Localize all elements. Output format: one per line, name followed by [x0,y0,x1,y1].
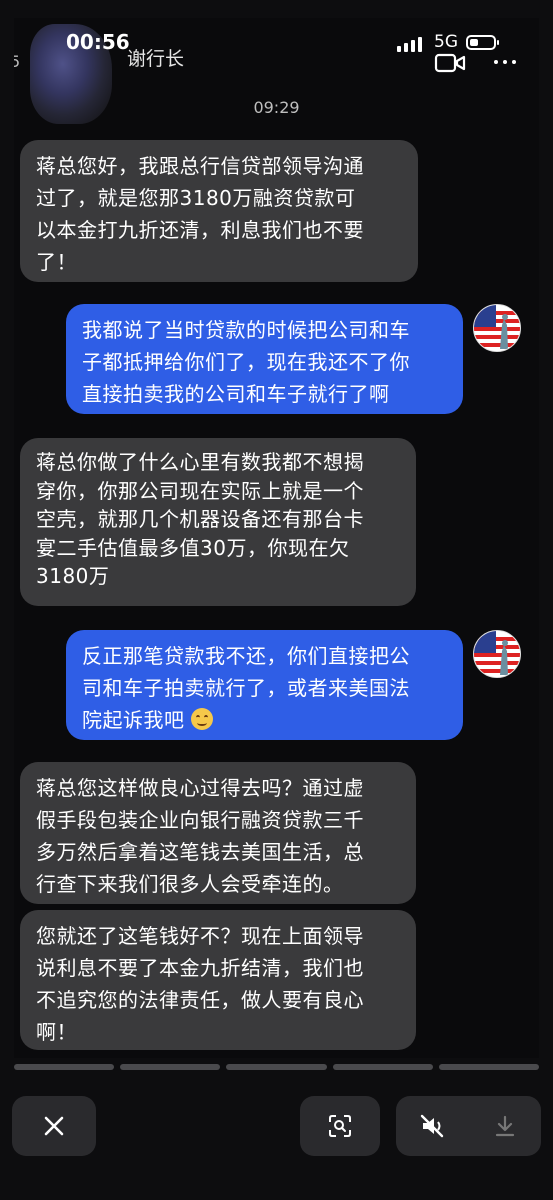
chat-screen: 00:56 5G 5 谢行长 09:29 蒋总您好，我跟总行信贷部领导沟通 过了… [14,18,539,1058]
message-bubble-incoming[interactable]: 您就还了这笔钱好不？现在上面领导 说利息不要了本金九折结清，我们也 不追究您的法… [20,910,416,1050]
media-controls [396,1096,541,1156]
message-line: 我都说了当时贷款的时候把公司和车 [82,318,410,342]
us-flag-avatar-icon [474,305,520,351]
video-camera-icon[interactable] [434,51,466,75]
user-avatar[interactable] [473,304,521,352]
message-line: 过了，就是您那3180万融资贷款可 [36,186,356,210]
us-flag-avatar-icon [474,631,520,677]
message-line: 蒋总你做了什么心里有数我都不想揭 [36,450,364,474]
message-bubble-incoming[interactable]: 蒋总您这样做良心过得去吗？通过虚 假手段包装企业向银行融资贷款三千 多万然后拿着… [20,762,416,904]
message-line: 多万然后拿着这笔钱去美国生活，总 [36,840,364,864]
scan-button[interactable] [300,1096,380,1156]
message-line: 直接拍卖我的公司和车子就行了啊 [82,382,390,406]
status-time: 00:56 [66,30,130,54]
message-text: 院起诉我吧 [82,708,185,732]
download-icon[interactable] [493,1114,517,1138]
message-bubble-incoming[interactable]: 蒋总你做了什么心里有数我都不想揭 穿你，你那公司现在实际上就是一个 空壳，就那几… [20,438,416,606]
message-line: 空壳，就那几个机器设备还有那台卡 [36,507,364,531]
contact-name[interactable]: 谢行长 [127,44,184,71]
message-line: 蒋总您这样做良心过得去吗？通过虚 [36,776,364,800]
back-indicator[interactable]: 5 [14,52,20,71]
message-line: 蒋总您好，我跟总行信贷部领导沟通 [36,154,364,178]
user-avatar[interactable] [473,630,521,678]
message-line: 不追究您的法律责任，做人要有良心 [36,988,364,1012]
scan-icon [329,1115,351,1137]
message-line: 宴二手估值最多值30万，你现在欠 [36,535,350,560]
speaker-muted-icon[interactable] [420,1114,446,1138]
message-line: 假手段包装企业向银行融资贷款三千 [36,808,364,832]
message-line: 了！ [36,250,77,274]
signal-icon [397,37,422,52]
message-line: 穿你，你那公司现在实际上就是一个 [36,478,364,503]
message-line: 子都抵押给你们了，现在我还不了你 [82,350,410,374]
close-icon [44,1116,64,1136]
message-line: 说利息不要了本金九折结清，我们也 [36,956,364,980]
message-bubble-outgoing[interactable]: 我都说了当时贷款的时候把公司和车 子都抵押给你们了，现在我还不了你 直接拍卖我的… [66,304,463,414]
message-bubble-incoming[interactable]: 蒋总您好，我跟总行信贷部领导沟通 过了，就是您那3180万融资贷款可 以本金打九… [20,140,418,282]
close-button[interactable] [12,1096,96,1156]
story-progress-bar [14,1064,540,1070]
message-line: 啊！ [36,1020,77,1044]
message-line: 院起诉我吧 [82,704,447,736]
battery-icon [466,35,499,50]
more-dots-icon[interactable] [494,60,516,64]
smiling-face-emoji [191,708,214,730]
message-line: 以本金打九折还清，利息我们也不要 [36,218,364,242]
message-line: 司和车子拍卖就行了，或者来美国法 [82,676,410,700]
message-line: 3180万 [36,564,110,588]
message-bubble-outgoing[interactable]: 反正那笔贷款我不还，你们直接把公 司和车子拍卖就行了，或者来美国法 院起诉我吧 [66,630,463,740]
message-line: 反正那笔贷款我不还，你们直接把公 [82,644,410,668]
message-line: 行查下来我们很多人会受牵连的。 [36,872,344,896]
message-line: 您就还了这笔钱好不？现在上面领导 [36,924,364,948]
network-type: 5G [434,32,458,52]
message-timestamp: 09:29 [253,98,300,117]
